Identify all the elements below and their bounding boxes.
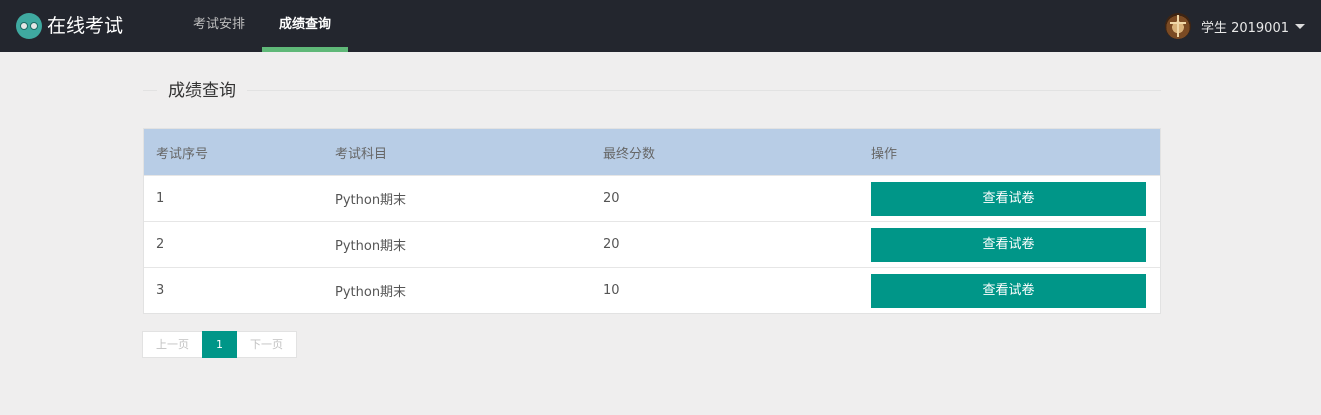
cell-exam-id: 1	[156, 191, 165, 206]
table-header: 考试序号 考试科目 最终分数 操作	[144, 129, 1160, 175]
pagination: 上一页 1 下一页	[142, 331, 297, 358]
column-header-exam-id: 考试序号	[156, 146, 209, 162]
nav-item-score-query[interactable]: 成绩查询	[262, 0, 349, 52]
prev-page-button[interactable]: 上一页	[142, 331, 202, 358]
chevron-down-icon[interactable]	[1295, 23, 1305, 29]
top-header: 在线考试 考试安排 成绩查询 学生 2019001	[0, 0, 1321, 52]
user-menu[interactable]: 学生 2019001	[1164, 12, 1305, 40]
title-divider	[143, 90, 1161, 91]
cell-score: 20	[603, 191, 620, 206]
cell-exam-id: 2	[156, 237, 165, 252]
page-title: 成绩查询	[157, 79, 247, 103]
view-paper-button[interactable]: 查看试卷	[871, 227, 1146, 262]
column-header-score: 最终分数	[603, 146, 656, 162]
logo-text: 在线考试	[47, 15, 124, 37]
column-header-action: 操作	[871, 146, 898, 162]
score-table: 考试序号 考试科目 最终分数 操作 1 Python期末 20 查看试卷 2 P…	[143, 128, 1161, 314]
cell-exam-id: 3	[156, 283, 165, 298]
cell-subject: Python期末	[335, 285, 407, 300]
logo-icon	[16, 13, 42, 39]
cell-subject: Python期末	[335, 193, 407, 208]
view-paper-button[interactable]: 查看试卷	[871, 181, 1146, 216]
cell-score: 10	[603, 283, 620, 298]
cell-score: 20	[603, 237, 620, 252]
column-header-subject: 考试科目	[335, 146, 388, 162]
logo[interactable]: 在线考试	[16, 12, 123, 40]
avatar	[1164, 13, 1191, 39]
view-paper-button[interactable]: 查看试卷	[871, 273, 1146, 308]
table-row: 1 Python期末 20 查看试卷	[144, 175, 1160, 221]
page-number-current[interactable]: 1	[202, 331, 237, 358]
table-row: 3 Python期末 10 查看试卷	[144, 267, 1160, 313]
user-name: 学生 2019001	[1200, 20, 1289, 36]
next-page-button[interactable]: 下一页	[237, 331, 297, 358]
cell-subject: Python期末	[335, 239, 407, 254]
table-row: 2 Python期末 20 查看试卷	[144, 221, 1160, 267]
main-nav: 考试安排 成绩查询	[176, 0, 349, 52]
nav-item-exam-schedule[interactable]: 考试安排	[176, 0, 262, 52]
